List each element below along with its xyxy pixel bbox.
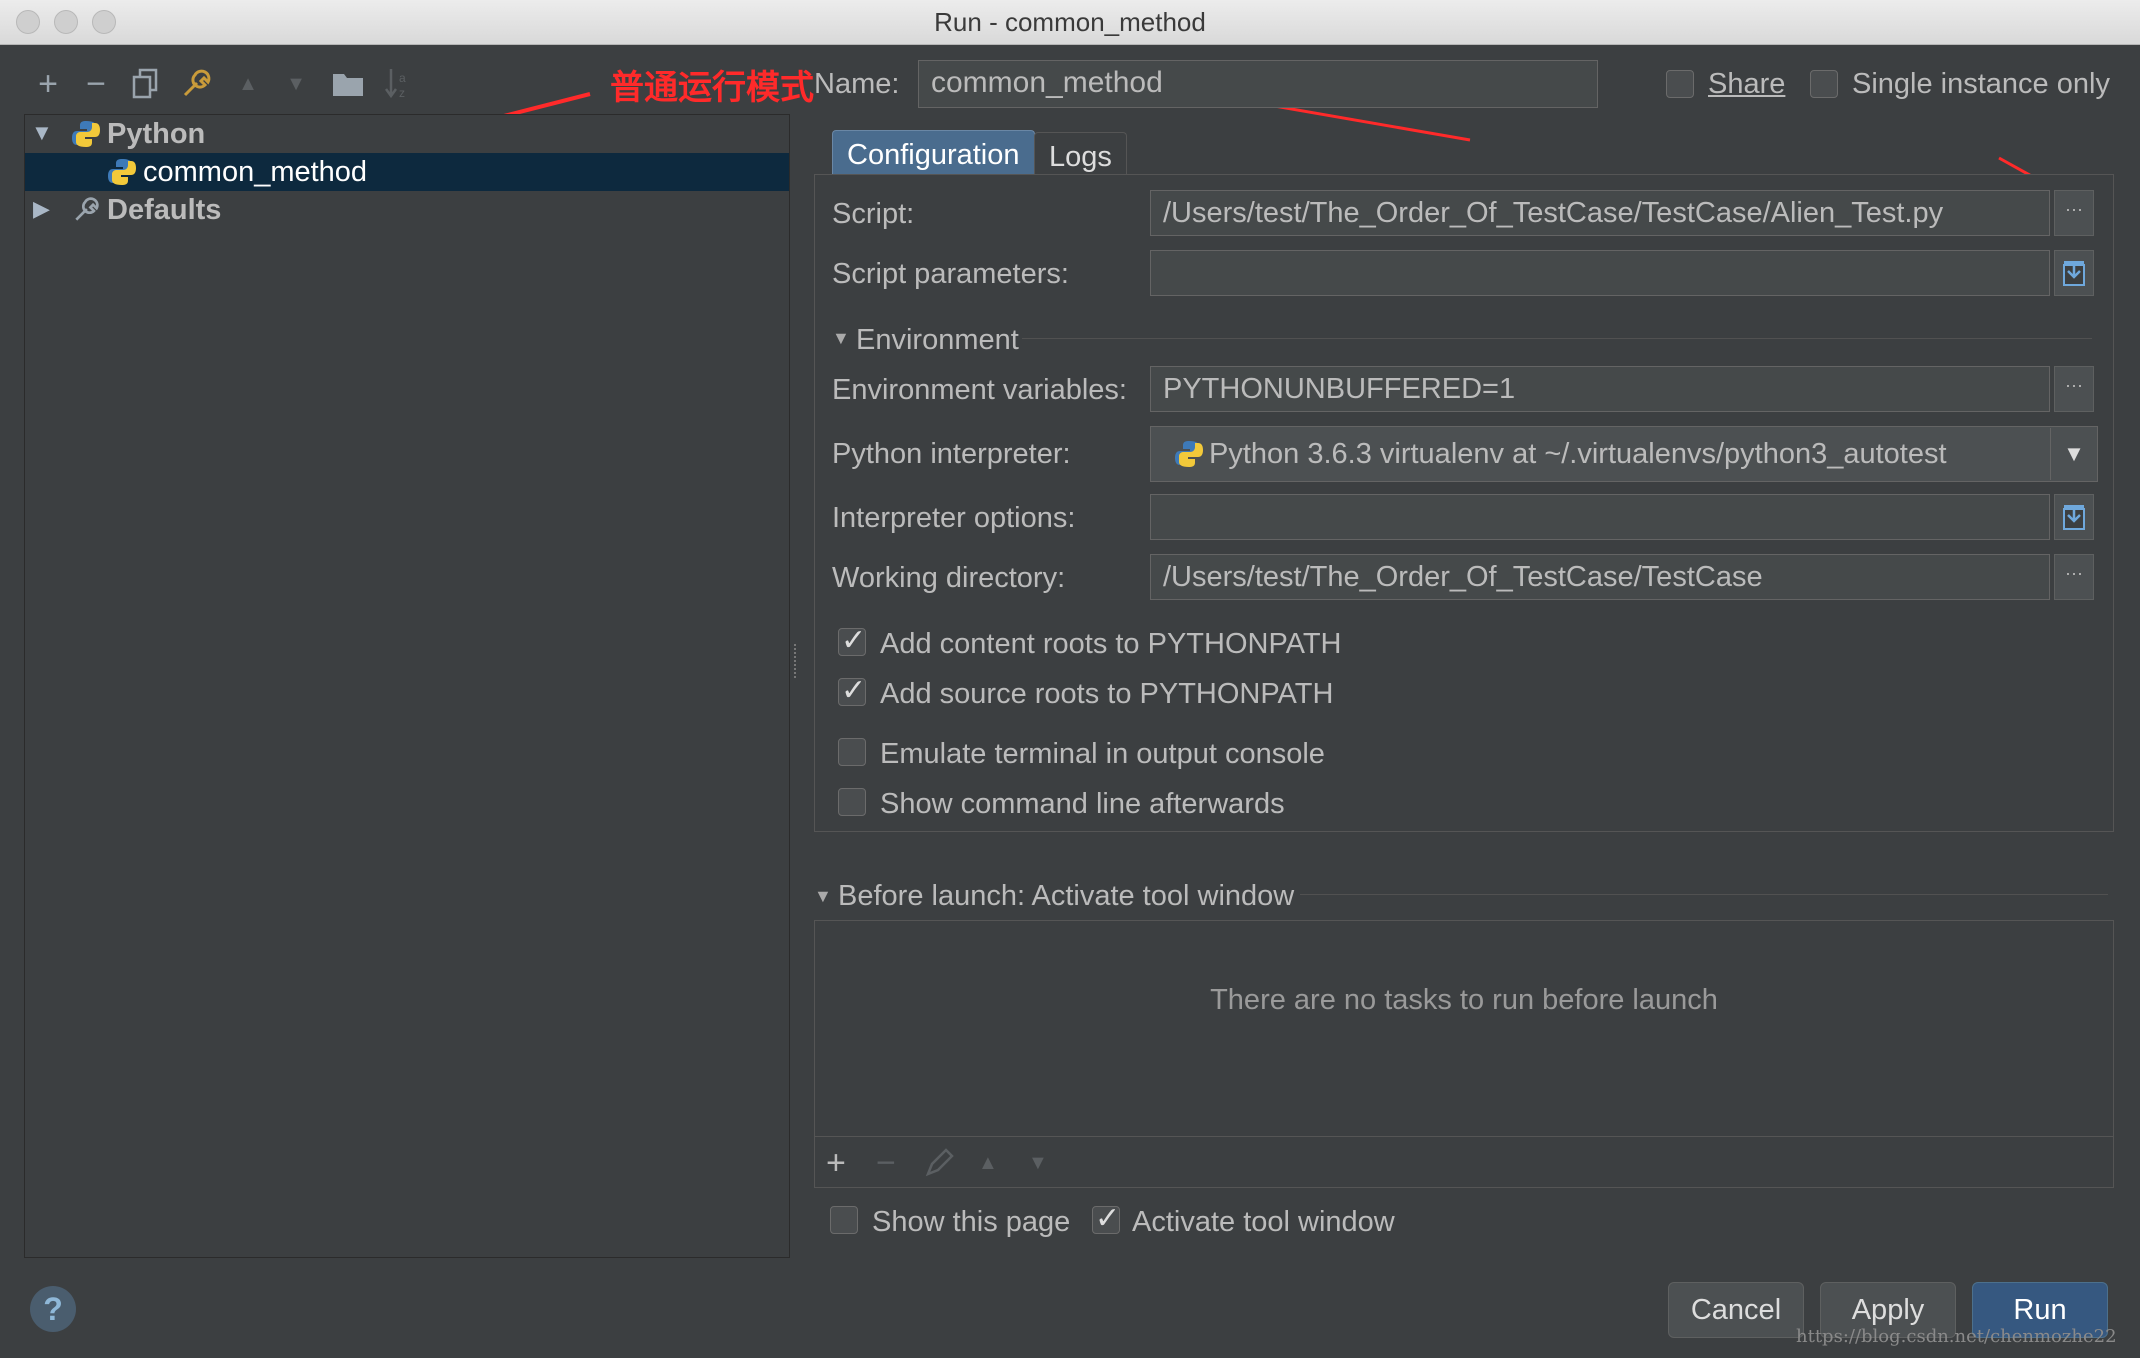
script-parameters-label: Script parameters: <box>832 258 1069 290</box>
share-checkbox[interactable] <box>1666 70 1694 98</box>
help-button[interactable]: ? <box>30 1286 76 1332</box>
show-this-page-checkbox[interactable] <box>830 1206 858 1234</box>
interpreter-options-label: Interpreter options: <box>832 502 1076 534</box>
single-instance-checkbox[interactable] <box>1810 70 1838 98</box>
share-label: Share <box>1708 68 1786 100</box>
add-content-roots-checkbox[interactable]: ✓ <box>838 623 866 658</box>
tab-logs[interactable]: Logs <box>1034 132 1127 178</box>
window-title: Run - common_method <box>934 7 1206 37</box>
add-content-roots-label: Add content roots to PYTHONPATH <box>880 628 1342 660</box>
cancel-button[interactable]: Cancel <box>1668 1282 1804 1338</box>
tree-item-label: Defaults <box>107 194 222 226</box>
activate-tool-window-label: Activate tool window <box>1132 1206 1395 1238</box>
splitter-handle[interactable] <box>794 644 802 678</box>
python-interpreter-label: Python interpreter: <box>832 438 1071 470</box>
expand-icon[interactable] <box>2054 250 2094 296</box>
folder-icon[interactable] <box>328 62 368 106</box>
script-label: Script: <box>832 198 915 230</box>
environment-collapse-icon[interactable]: ▼ <box>832 328 850 349</box>
emulate-terminal-label: Emulate terminal in output console <box>880 738 1325 770</box>
name-input[interactable]: common_method <box>918 60 1598 108</box>
expand-icon[interactable] <box>2054 494 2094 540</box>
add-task-button[interactable]: + <box>826 1144 846 1183</box>
before-launch-collapse-icon[interactable]: ▼ <box>814 886 832 907</box>
show-command-line-checkbox[interactable] <box>838 788 866 816</box>
empty-task-message: There are no tasks to run before launch <box>1210 984 1718 1016</box>
working-directory-input[interactable]: /Users/test/The_Order_Of_TestCase/TestCa… <box>1150 554 2050 600</box>
python-icon <box>72 121 100 147</box>
before-launch-title: Before launch: Activate tool window <box>838 880 1295 912</box>
move-up-button[interactable]: ▲ <box>228 62 268 106</box>
task-toolbar-separator <box>815 1136 2113 1137</box>
wrench-icon[interactable] <box>176 62 216 106</box>
activate-tool-window-checkbox[interactable]: ✓ <box>1092 1201 1120 1236</box>
wrench-icon <box>75 197 99 221</box>
annotation-label: 普通运行模式 <box>610 68 814 108</box>
environment-section-title: Environment <box>856 324 1019 356</box>
single-instance-label: Single instance only <box>1852 68 2110 100</box>
python-icon <box>1175 441 1203 467</box>
tree-item-common-method[interactable]: common_method <box>25 153 789 191</box>
environment-variables-browse-button[interactable]: ··· <box>2054 366 2094 412</box>
move-task-down-button[interactable]: ▼ <box>1028 1152 1048 1175</box>
expanded-arrow-icon[interactable]: ▼ <box>31 114 53 152</box>
script-parameters-input[interactable] <box>1150 250 2050 296</box>
watermark: https://blog.csdn.net/chenmozhe22 <box>1796 1326 2117 1347</box>
configuration-tree[interactable]: ▼ Python common_method ▶ Defaults <box>24 114 790 1258</box>
svg-text:a: a <box>399 71 406 85</box>
tab-configuration[interactable]: Configuration <box>832 130 1035 178</box>
show-command-line-label: Show command line afterwards <box>880 788 1285 820</box>
copy-icon[interactable] <box>126 62 166 106</box>
tree-item-defaults[interactable]: ▶ Defaults <box>25 191 789 229</box>
add-source-roots-label: Add source roots to PYTHONPATH <box>880 678 1334 710</box>
before-launch-task-list[interactable] <box>814 920 2114 1188</box>
environment-separator <box>1022 338 2092 339</box>
move-task-up-button[interactable]: ▲ <box>978 1152 998 1175</box>
collapsed-arrow-icon[interactable]: ▶ <box>33 190 50 228</box>
remove-configuration-button[interactable]: − <box>76 62 116 106</box>
environment-variables-label: Environment variables: <box>832 374 1127 406</box>
name-label: Name: <box>814 68 900 100</box>
chevron-down-icon[interactable]: ▼ <box>2050 428 2097 480</box>
script-browse-button[interactable]: ··· <box>2054 190 2094 236</box>
python-icon <box>108 159 136 185</box>
working-directory-label: Working directory: <box>832 562 1066 594</box>
tree-item-python[interactable]: ▼ Python <box>25 115 789 153</box>
add-configuration-button[interactable]: + <box>28 62 68 106</box>
tree-item-label: Python <box>107 118 206 150</box>
before-launch-separator <box>1300 894 2108 895</box>
remove-task-button[interactable]: − <box>876 1144 896 1183</box>
python-interpreter-value: Python 3.6.3 virtualenv at ~/.virtualenv… <box>1209 438 1947 470</box>
python-interpreter-select[interactable]: Python 3.6.3 virtualenv at ~/.virtualenv… <box>1150 426 2098 482</box>
interpreter-options-input[interactable] <box>1150 494 2050 540</box>
show-this-page-label: Show this page <box>872 1206 1071 1238</box>
move-down-button[interactable]: ▼ <box>276 62 316 106</box>
add-source-roots-checkbox[interactable]: ✓ <box>838 673 866 708</box>
tree-item-label: common_method <box>143 156 368 188</box>
working-directory-browse-button[interactable]: ··· <box>2054 554 2094 600</box>
edit-task-icon[interactable] <box>924 1148 954 1178</box>
script-input[interactable]: /Users/test/The_Order_Of_TestCase/TestCa… <box>1150 190 2050 236</box>
environment-variables-input[interactable]: PYTHONUNBUFFERED=1 <box>1150 366 2050 412</box>
emulate-terminal-checkbox[interactable] <box>838 738 866 766</box>
